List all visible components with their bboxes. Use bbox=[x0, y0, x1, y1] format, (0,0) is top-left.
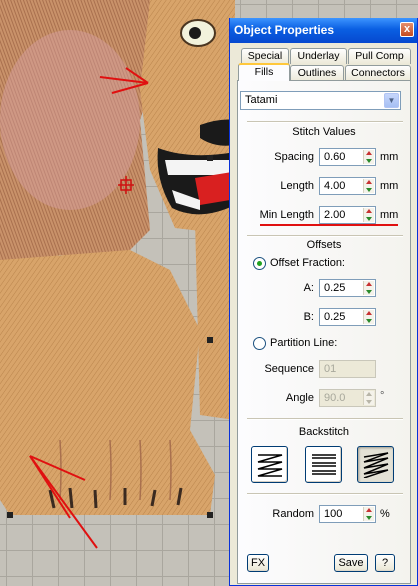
tab-underlay[interactable]: Underlay bbox=[290, 48, 347, 64]
separator bbox=[247, 493, 403, 495]
spin-arrows-icon[interactable] bbox=[363, 310, 374, 324]
backstitch-diagonal-icon bbox=[363, 452, 389, 478]
tab-connectors[interactable]: Connectors bbox=[345, 65, 411, 81]
min-length-spinbox[interactable]: 2.00 bbox=[319, 206, 376, 224]
length-spinbox[interactable]: 4.00 bbox=[319, 177, 376, 195]
spacing-value: 0.60 bbox=[324, 151, 346, 163]
offset-b-label: B: bbox=[303, 311, 314, 323]
spin-arrows-icon[interactable] bbox=[363, 179, 374, 193]
backstitch-zigzag-icon bbox=[257, 454, 283, 477]
length-unit: mm bbox=[380, 180, 399, 192]
sequence-value: 01 bbox=[324, 363, 337, 375]
offsets-heading: Offsets bbox=[306, 239, 342, 251]
spin-arrows-icon[interactable] bbox=[363, 150, 374, 164]
sequence-field[interactable]: 01 bbox=[319, 360, 376, 378]
angle-label: Angle bbox=[285, 392, 314, 404]
offset-fraction-radio[interactable] bbox=[253, 257, 266, 270]
backstitch-parallel-icon bbox=[312, 454, 336, 475]
spacing-label: Spacing bbox=[274, 151, 314, 163]
random-value: 100 bbox=[324, 508, 343, 520]
spin-arrows-icon[interactable] bbox=[363, 281, 374, 295]
stitch-values-heading: Stitch Values bbox=[292, 126, 356, 138]
separator bbox=[247, 235, 403, 237]
sequence-label: Sequence bbox=[264, 363, 314, 375]
backstitch-zigzag-button[interactable] bbox=[251, 446, 288, 483]
min-length-unit: mm bbox=[380, 209, 399, 221]
lion-upper-teeth bbox=[165, 160, 232, 175]
separator bbox=[247, 121, 403, 123]
spin-arrows-icon[interactable] bbox=[363, 507, 374, 521]
random-spinbox[interactable]: 100 bbox=[319, 505, 376, 523]
tab-fills[interactable]: Fills bbox=[238, 63, 290, 81]
spin-arrows-icon[interactable] bbox=[363, 391, 374, 405]
spin-arrows-icon[interactable] bbox=[363, 208, 374, 222]
length-value: 4.00 bbox=[324, 180, 346, 192]
fill-type-value: Tatami bbox=[245, 94, 278, 106]
mane-pink-shading bbox=[0, 30, 140, 210]
angle-value: 90.0 bbox=[324, 392, 346, 404]
separator bbox=[247, 418, 403, 420]
fx-button[interactable]: FX bbox=[247, 554, 269, 572]
min-length-label: Min Length bbox=[259, 209, 314, 221]
partition-line-radio[interactable] bbox=[253, 337, 266, 350]
tab-special[interactable]: Special bbox=[241, 48, 289, 64]
dialog-title: Object Properties bbox=[234, 23, 335, 37]
spacing-unit: mm bbox=[380, 151, 399, 163]
offset-b-spinbox[interactable]: 0.25 bbox=[319, 308, 376, 326]
spacing-spinbox[interactable]: 0.60 bbox=[319, 148, 376, 166]
random-unit: % bbox=[380, 508, 390, 520]
partition-line-label: Partition Line: bbox=[270, 337, 338, 349]
offset-fraction-label: Offset Fraction: bbox=[270, 257, 345, 269]
backstitch-diagonal-button[interactable] bbox=[357, 446, 394, 483]
object-properties-dialog: Object Properties x Special Underlay Pul… bbox=[229, 18, 418, 586]
lion-pupil bbox=[189, 27, 201, 39]
annotation-underline bbox=[260, 224, 398, 226]
offset-a-value: 0.25 bbox=[324, 282, 346, 294]
angle-unit: ° bbox=[380, 390, 385, 402]
random-label: Random bbox=[272, 508, 314, 520]
min-length-value: 2.00 bbox=[324, 209, 346, 221]
close-icon[interactable]: x bbox=[400, 22, 414, 37]
offset-a-spinbox[interactable]: 0.25 bbox=[319, 279, 376, 297]
fill-type-select[interactable]: Tatami ▼ bbox=[240, 91, 401, 110]
save-button[interactable]: Save bbox=[334, 554, 368, 572]
chevron-down-icon[interactable]: ▼ bbox=[384, 93, 399, 108]
offset-a-label: A: bbox=[303, 282, 314, 294]
lion-body bbox=[0, 250, 215, 515]
backstitch-parallel-button[interactable] bbox=[305, 446, 342, 483]
tab-outlines[interactable]: Outlines bbox=[290, 65, 344, 81]
tab-pull-comp[interactable]: Pull Comp bbox=[348, 48, 411, 64]
help-button[interactable]: ? bbox=[375, 554, 395, 572]
length-label: Length bbox=[280, 180, 314, 192]
offset-b-value: 0.25 bbox=[324, 311, 346, 323]
angle-spinbox[interactable]: 90.0 bbox=[319, 389, 376, 407]
dialog-titlebar[interactable]: Object Properties x bbox=[230, 18, 417, 43]
backstitch-heading: Backstitch bbox=[298, 426, 350, 438]
